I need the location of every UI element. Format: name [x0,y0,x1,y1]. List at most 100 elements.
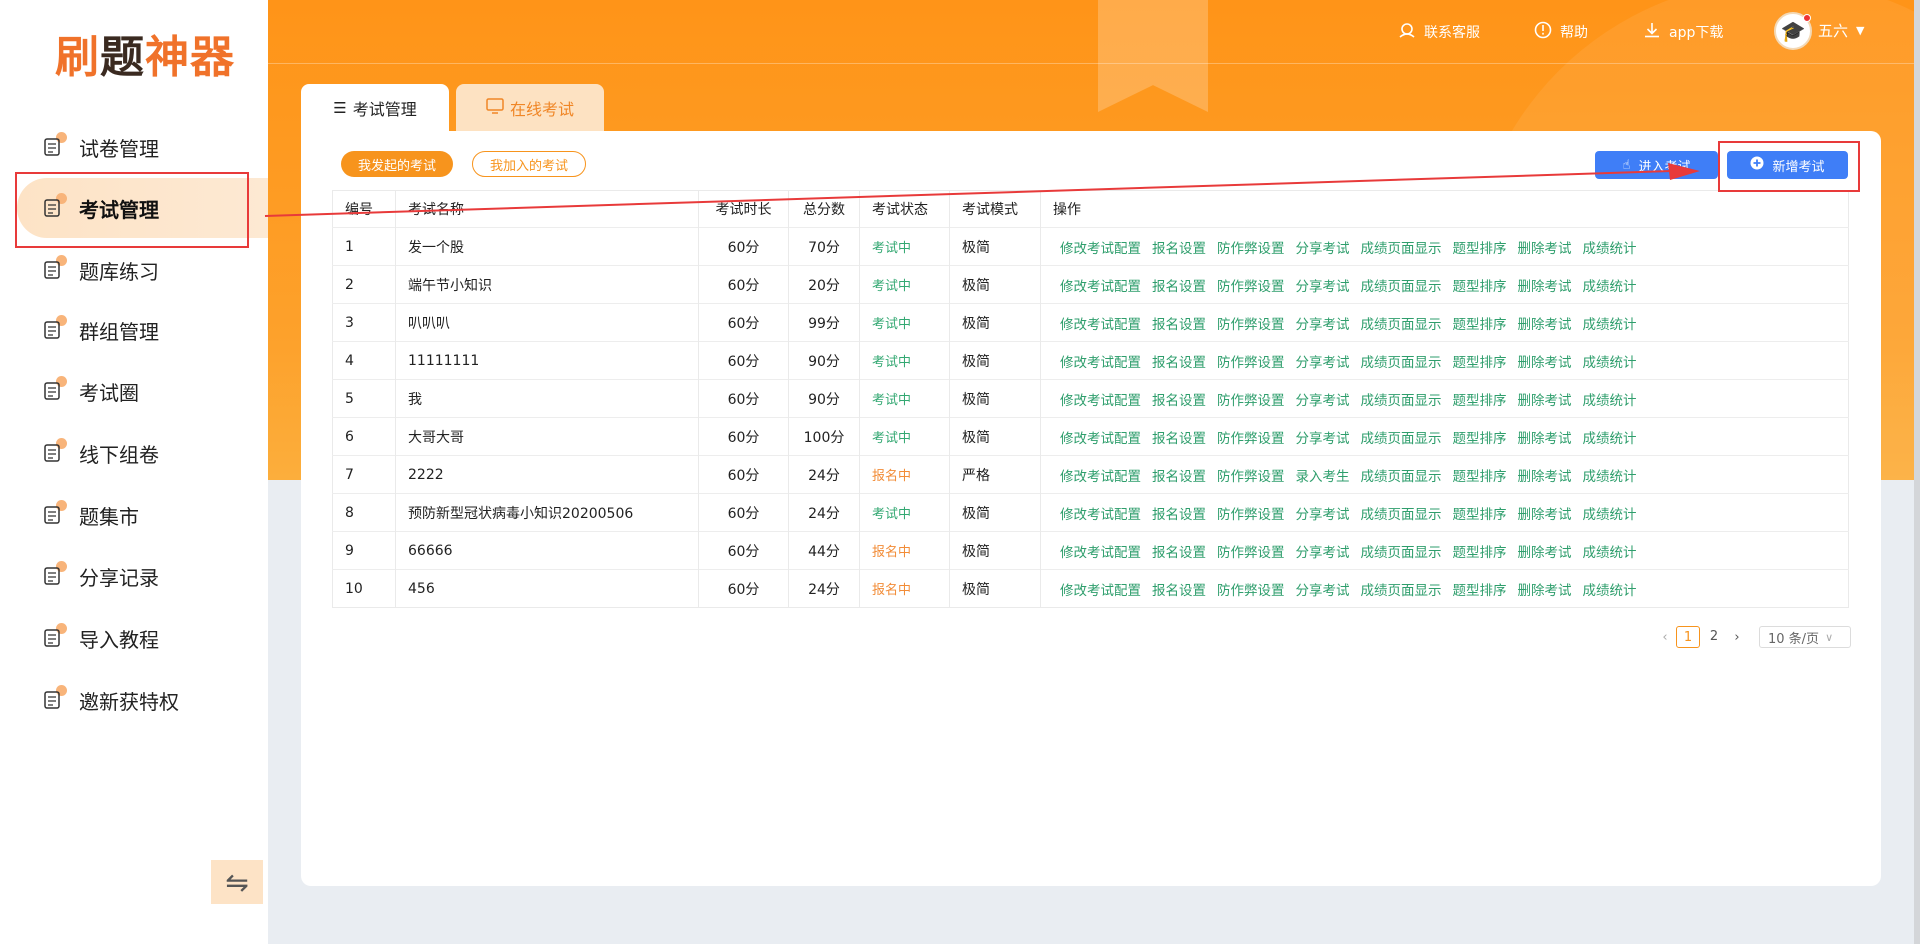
row-action-link[interactable]: 防作弊设置 [1217,279,1285,295]
sidebar-item-9[interactable]: 邀新获特权 [17,670,268,730]
filter-joined-exams[interactable]: 我加入的考试 [472,151,587,177]
row-action-link[interactable]: 修改考试配置 [1060,355,1141,371]
row-action-link[interactable]: 防作弊设置 [1217,355,1285,371]
sidebar-item-6[interactable]: 题集市 [17,485,268,545]
row-action-link[interactable]: 成绩页面显示 [1361,583,1442,599]
row-action-link[interactable]: 题型排序 [1453,279,1507,295]
sidebar-item-0[interactable]: 试卷管理 [17,117,268,177]
row-action-link[interactable]: 删除考试 [1518,507,1572,523]
app-download-link[interactable]: app下载 [1643,20,1723,44]
row-action-link[interactable]: 成绩页面显示 [1361,431,1442,447]
row-action-link[interactable]: 题型排序 [1453,545,1507,561]
help-link[interactable]: 帮助 [1534,20,1588,44]
row-action-link[interactable]: 题型排序 [1453,317,1507,333]
row-action-link[interactable]: 报名设置 [1152,583,1206,599]
page-number-2[interactable]: 2 [1702,626,1726,648]
row-action-link[interactable]: 修改考试配置 [1060,431,1141,447]
row-action-link[interactable]: 修改考试配置 [1060,241,1141,257]
row-action-link[interactable]: 录入考生 [1296,469,1350,485]
app-logo[interactable]: 刷题神器 [55,30,235,86]
sidebar-item-3[interactable]: 群组管理 [17,300,268,360]
user-menu[interactable]: 五六 ▼ [1818,20,1864,41]
row-action-link[interactable]: 删除考试 [1518,469,1572,485]
row-action-link[interactable]: 成绩统计 [1583,279,1637,295]
row-action-link[interactable]: 报名设置 [1152,355,1206,371]
filter-my-exams[interactable]: 我发起的考试 [341,151,454,177]
tab-online-exam[interactable]: 在线考试 [456,84,604,132]
row-action-link[interactable]: 题型排序 [1453,241,1507,257]
enter-exam-button[interactable]: ☝ 进入考试 [1595,151,1718,179]
row-action-link[interactable]: 报名设置 [1152,545,1206,561]
row-action-link[interactable]: 删除考试 [1518,393,1572,409]
prev-page-icon[interactable]: ‹ [1655,630,1675,645]
row-action-link[interactable]: 成绩页面显示 [1361,469,1442,485]
row-action-link[interactable]: 成绩统计 [1583,507,1637,523]
row-action-link[interactable]: 修改考试配置 [1060,393,1141,409]
row-action-link[interactable]: 防作弊设置 [1217,469,1285,485]
row-action-link[interactable]: 成绩统计 [1583,545,1637,561]
row-action-link[interactable]: 报名设置 [1152,241,1206,257]
row-action-link[interactable]: 分享考试 [1296,583,1350,599]
row-action-link[interactable]: 成绩统计 [1583,583,1637,599]
row-action-link[interactable]: 题型排序 [1453,431,1507,447]
row-action-link[interactable]: 成绩统计 [1583,431,1637,447]
tab-exam-management[interactable]: ☰ 考试管理 [301,84,449,132]
row-action-link[interactable]: 修改考试配置 [1060,545,1141,561]
row-action-link[interactable]: 分享考试 [1296,241,1350,257]
row-action-link[interactable]: 成绩页面显示 [1361,507,1442,523]
page-scrollbar[interactable] [1914,0,1920,944]
row-action-link[interactable]: 分享考试 [1296,545,1350,561]
row-action-link[interactable]: 报名设置 [1152,431,1206,447]
row-action-link[interactable]: 修改考试配置 [1060,507,1141,523]
row-action-link[interactable]: 成绩统计 [1583,469,1637,485]
row-action-link[interactable]: 分享考试 [1296,431,1350,447]
collapse-sidebar-button[interactable]: ⇋ [211,860,263,904]
sidebar-item-2[interactable]: 题库练习 [17,240,268,300]
row-action-link[interactable]: 删除考试 [1518,241,1572,257]
row-action-link[interactable]: 报名设置 [1152,393,1206,409]
row-action-link[interactable]: 分享考试 [1296,279,1350,295]
row-action-link[interactable]: 删除考试 [1518,317,1572,333]
row-action-link[interactable]: 分享考试 [1296,393,1350,409]
row-action-link[interactable]: 防作弊设置 [1217,317,1285,333]
sidebar-item-8[interactable]: 导入教程 [17,608,268,668]
sidebar-item-4[interactable]: 考试圈 [17,361,268,421]
row-action-link[interactable]: 成绩统计 [1583,317,1637,333]
row-action-link[interactable]: 分享考试 [1296,507,1350,523]
row-action-link[interactable]: 成绩统计 [1583,241,1637,257]
row-action-link[interactable]: 题型排序 [1453,355,1507,371]
sidebar-item-7[interactable]: 分享记录 [17,546,268,606]
row-action-link[interactable]: 修改考试配置 [1060,279,1141,295]
row-action-link[interactable]: 分享考试 [1296,317,1350,333]
row-action-link[interactable]: 成绩页面显示 [1361,545,1442,561]
next-page-icon[interactable]: › [1727,630,1747,645]
row-action-link[interactable]: 防作弊设置 [1217,393,1285,409]
row-action-link[interactable]: 题型排序 [1453,583,1507,599]
row-action-link[interactable]: 成绩页面显示 [1361,355,1442,371]
avatar[interactable]: 🎓 [1774,12,1812,50]
row-action-link[interactable]: 删除考试 [1518,583,1572,599]
row-action-link[interactable]: 防作弊设置 [1217,507,1285,523]
row-action-link[interactable]: 分享考试 [1296,355,1350,371]
row-action-link[interactable]: 报名设置 [1152,507,1206,523]
page-size-select[interactable]: 10 条/页 ∨ [1759,626,1851,648]
row-action-link[interactable]: 修改考试配置 [1060,317,1141,333]
row-action-link[interactable]: 删除考试 [1518,279,1572,295]
row-action-link[interactable]: 删除考试 [1518,355,1572,371]
row-action-link[interactable]: 防作弊设置 [1217,545,1285,561]
row-action-link[interactable]: 报名设置 [1152,317,1206,333]
row-action-link[interactable]: 成绩页面显示 [1361,241,1442,257]
row-action-link[interactable]: 成绩页面显示 [1361,393,1442,409]
row-action-link[interactable]: 防作弊设置 [1217,583,1285,599]
row-action-link[interactable]: 防作弊设置 [1217,431,1285,447]
row-action-link[interactable]: 修改考试配置 [1060,583,1141,599]
row-action-link[interactable]: 题型排序 [1453,393,1507,409]
row-action-link[interactable]: 防作弊设置 [1217,241,1285,257]
row-action-link[interactable]: 成绩页面显示 [1361,279,1442,295]
row-action-link[interactable]: 题型排序 [1453,507,1507,523]
row-action-link[interactable]: 删除考试 [1518,431,1572,447]
row-action-link[interactable]: 删除考试 [1518,545,1572,561]
sidebar-item-5[interactable]: 线下组卷 [17,423,268,483]
page-number-1[interactable]: 1 [1676,626,1700,648]
row-action-link[interactable]: 成绩统计 [1583,355,1637,371]
